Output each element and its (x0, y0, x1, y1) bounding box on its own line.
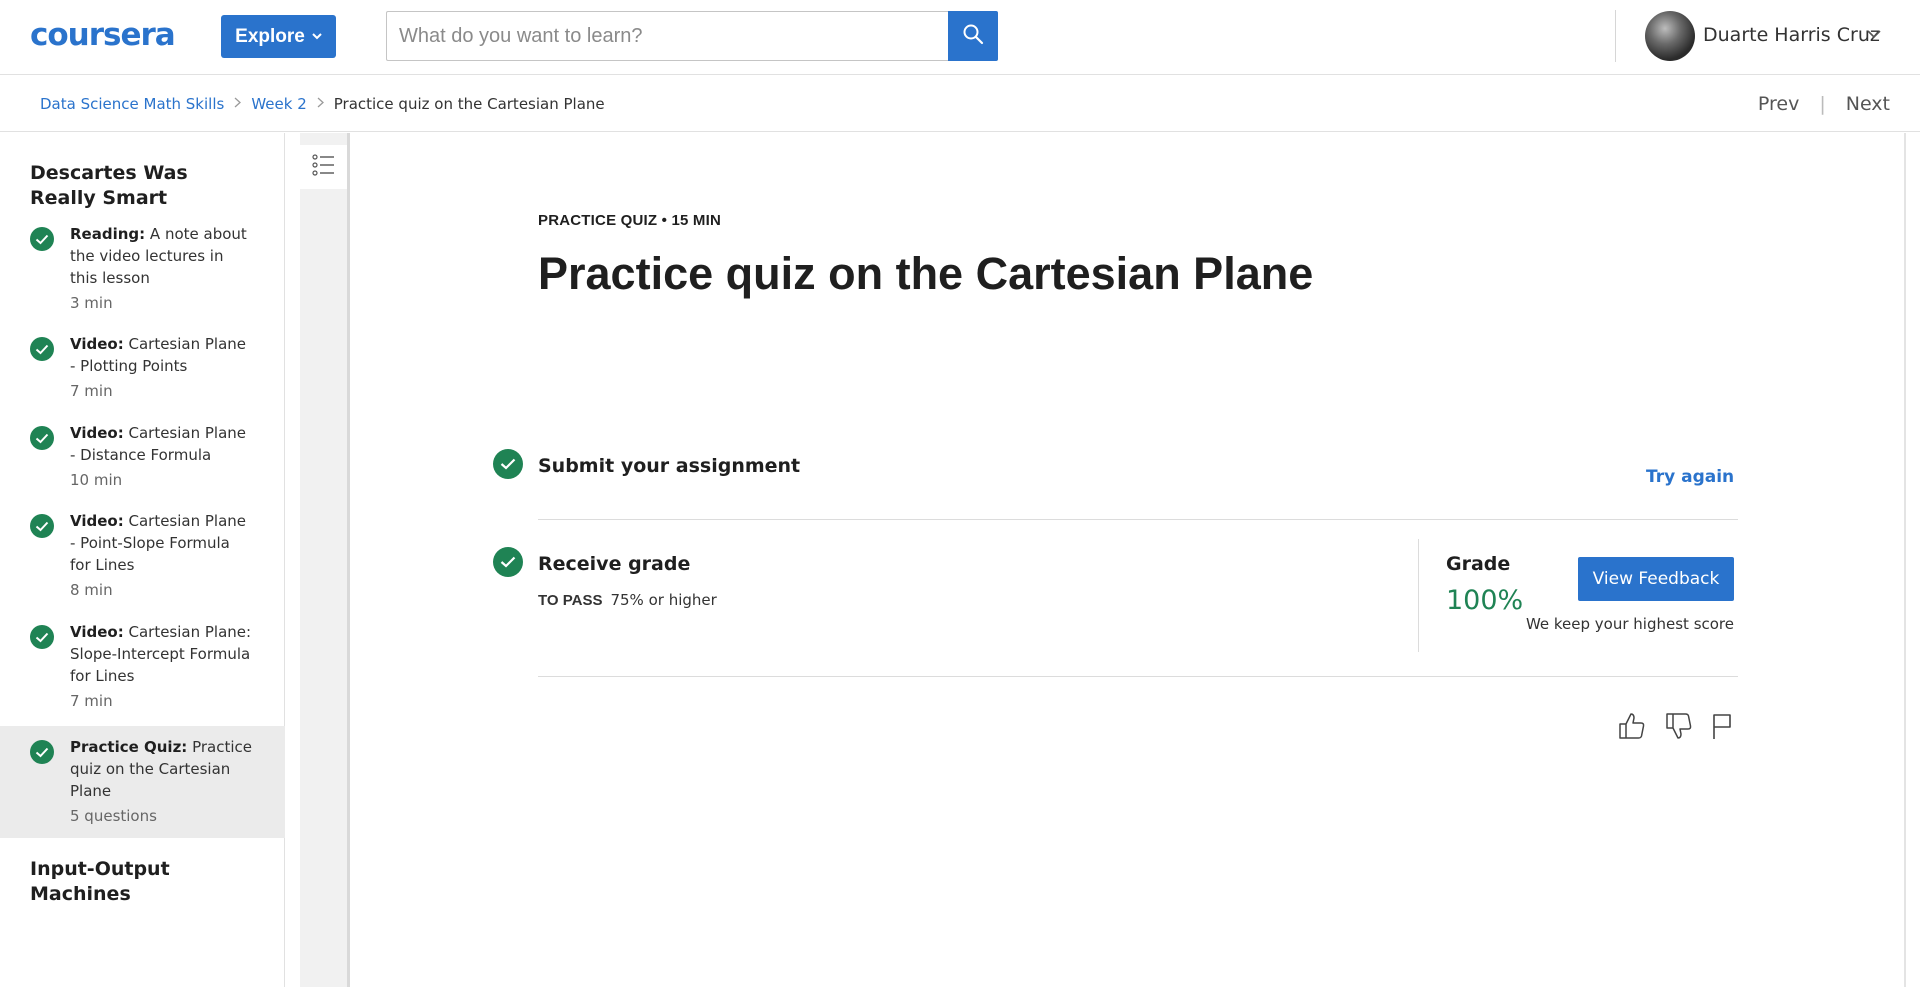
item-eyebrow: PRACTICE QUIZ • 15 MIN (538, 212, 722, 229)
sidebar-item-text: Practice Quiz: Practice quiz on the Cart… (70, 736, 255, 827)
checkmark-icon (30, 740, 54, 764)
sidebar-item-text: Video: Cartesian Plane - Distance Formul… (70, 422, 255, 491)
checkmark-icon (30, 227, 54, 251)
prev-next-nav: Prev | Next (1758, 93, 1890, 115)
sidebar-item[interactable]: Video: Cartesian Plane - Plotting Points… (0, 333, 285, 403)
receive-grade-title: Receive grade (538, 553, 691, 575)
sidebar-item-active[interactable]: Practice Quiz: Practice quiz on the Cart… (0, 726, 285, 838)
user-name[interactable]: Duarte Harris Cruz (1703, 24, 1880, 46)
chevron-right-icon (317, 97, 324, 112)
sidebar-item-text: Video: Cartesian Plane - Point-Slope For… (70, 510, 255, 601)
pass-requirement: TO PASS 75% or higher (538, 591, 717, 609)
search-button[interactable] (948, 11, 998, 61)
list-toggle-icon (311, 153, 336, 181)
sidebar-toggle-strip (300, 133, 350, 987)
chevron-down-icon (312, 31, 322, 43)
sidebar-item[interactable]: Reading: A note about the video lectures… (0, 223, 285, 313)
checkmark-icon (30, 625, 54, 649)
grade-divider (1418, 539, 1419, 652)
item-type: Reading: (70, 225, 146, 243)
item-type: Video: (70, 335, 124, 353)
sidebar-toggle-button[interactable] (300, 145, 347, 189)
content-edge (1904, 133, 1906, 987)
chevron-down-icon[interactable] (1866, 26, 1882, 44)
try-again-link[interactable]: Try again (1646, 467, 1734, 487)
checkmark-icon (493, 449, 523, 479)
item-duration: 5 questions (70, 807, 157, 825)
search-input[interactable] (386, 11, 949, 61)
breadcrumb-week[interactable]: Week 2 (251, 95, 306, 113)
chevron-right-icon (234, 97, 242, 112)
sidebar-item-text: Video: Cartesian Plane: Slope-Intercept … (70, 621, 255, 712)
breadcrumb-current: Practice quiz on the Cartesian Plane (333, 95, 605, 113)
search-icon (962, 23, 984, 50)
sidebar-item[interactable]: Video: Cartesian Plane - Point-Slope For… (0, 510, 285, 600)
divider (538, 676, 1738, 677)
highest-score-note: We keep your highest score (1525, 615, 1734, 633)
submit-assignment-title: Submit your assignment (538, 455, 801, 477)
breadcrumb-bar: Data Science Math Skills Week 2 Practice… (0, 76, 1920, 132)
thumbs-up-icon[interactable] (1618, 711, 1646, 741)
next-button[interactable]: Next (1846, 93, 1890, 115)
checkmark-icon (493, 547, 523, 577)
item-duration: 3 min (70, 294, 113, 312)
sidebar-item[interactable]: Video: Cartesian Plane - Distance Formul… (0, 422, 285, 492)
explore-label: Explore (235, 25, 305, 47)
sidebar-item[interactable]: Video: Cartesian Plane: Slope-Intercept … (0, 621, 285, 711)
divider (538, 519, 1738, 520)
explore-button[interactable]: Explore (221, 15, 336, 58)
search-bar (386, 11, 998, 61)
page-title: Practice quiz on the Cartesian Plane (538, 248, 1314, 299)
header-divider (1615, 10, 1616, 62)
section-title: Descartes Was Really Smart (30, 162, 188, 209)
to-pass-value: 75% or higher (610, 591, 717, 609)
breadcrumb-course[interactable]: Data Science Math Skills (40, 95, 224, 113)
breadcrumb: Data Science Math Skills Week 2 Practice… (40, 95, 605, 113)
grade-label: Grade (1446, 553, 1511, 575)
sidebar-item-text: Video: Cartesian Plane - Plotting Points… (70, 333, 255, 402)
checkmark-icon (30, 426, 54, 450)
item-type: Practice Quiz: (70, 738, 188, 756)
lesson-sidebar: Descartes Was Really Smart Reading: A no… (0, 133, 285, 987)
view-feedback-button[interactable]: View Feedback (1578, 557, 1734, 601)
item-type: Video: (70, 623, 124, 641)
flag-icon[interactable] (1710, 711, 1738, 741)
to-pass-label: TO PASS (538, 592, 603, 609)
sidebar-item-text: Reading: A note about the video lectures… (70, 223, 255, 314)
thumbs-down-icon[interactable] (1665, 711, 1693, 741)
checkmark-icon (30, 337, 54, 361)
top-header: coursera Explore Duarte Harris Cruz (0, 0, 1920, 75)
coursera-logo[interactable]: coursera (30, 17, 176, 53)
prev-button[interactable]: Prev (1758, 93, 1799, 115)
item-duration: 7 min (70, 692, 113, 710)
grade-value: 100% (1446, 585, 1524, 616)
item-duration: 10 min (70, 471, 123, 489)
item-duration: 7 min (70, 382, 113, 400)
item-type: Video: (70, 512, 124, 530)
item-type: Video: (70, 424, 124, 442)
next-section-title[interactable]: Input-Output Machines (30, 857, 260, 907)
item-duration: 8 min (70, 581, 113, 599)
nav-divider: | (1819, 93, 1826, 115)
checkmark-icon (30, 514, 54, 538)
avatar[interactable] (1645, 11, 1695, 61)
